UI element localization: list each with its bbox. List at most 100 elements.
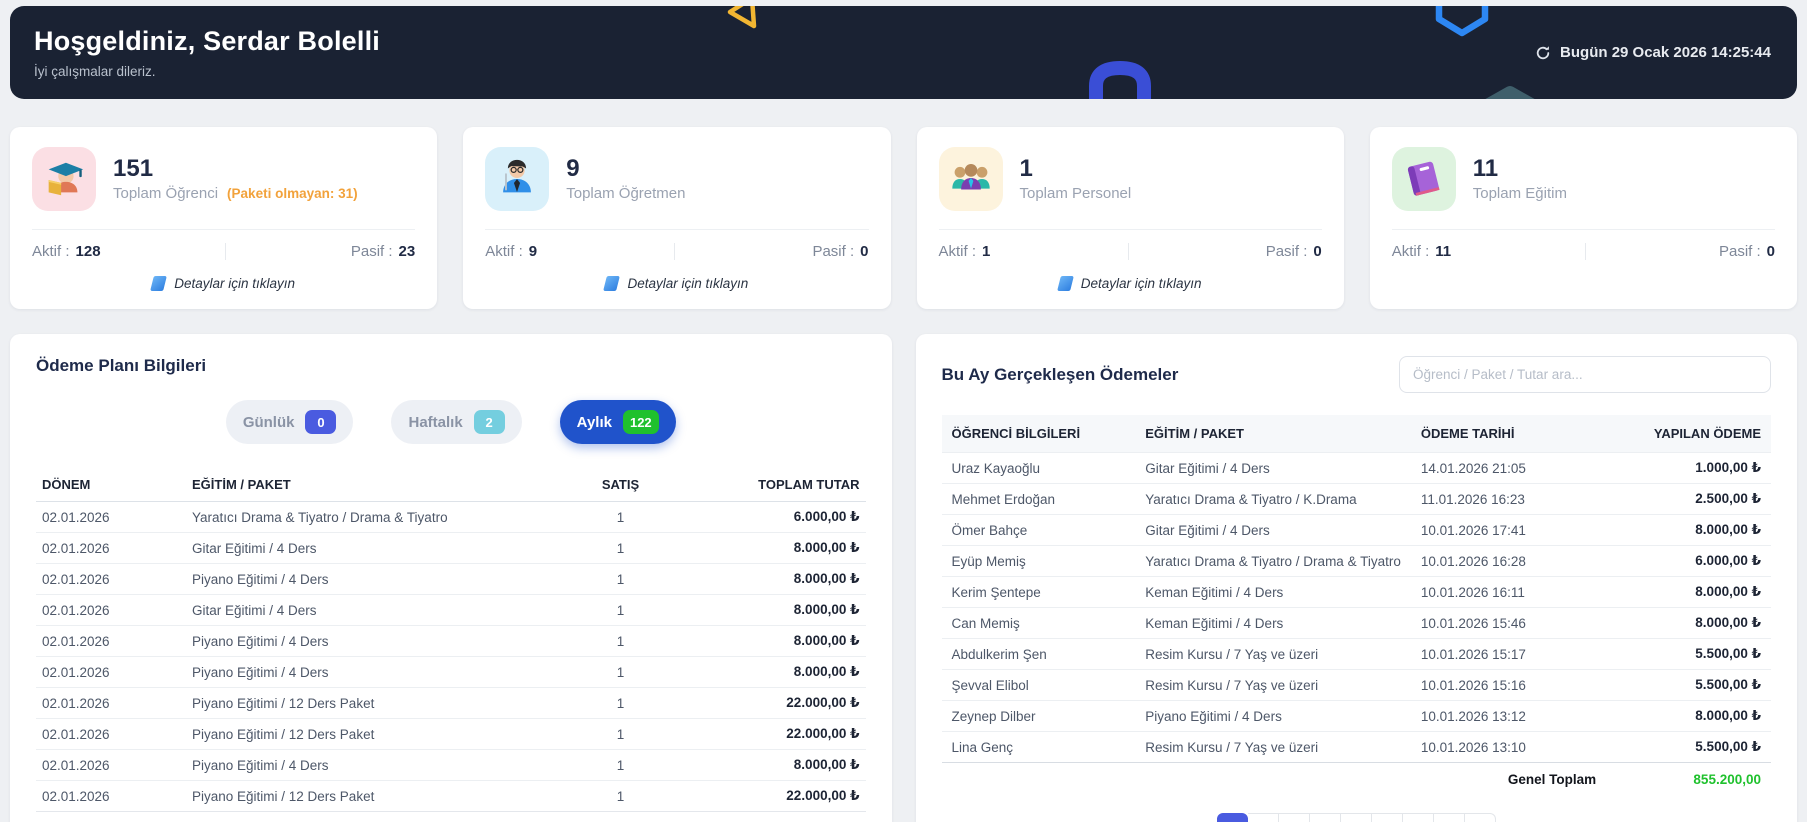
table-cell: Resim Kursu / 7 Yaş ve üzeri xyxy=(1135,639,1411,670)
table-cell: Piyano Eğitimi / 4 Ders xyxy=(186,750,566,781)
column-header: ÖDEME TARİHİ xyxy=(1411,415,1606,453)
education-book-icon xyxy=(1392,147,1456,211)
pasif-count: Pasif :0 xyxy=(1719,243,1775,260)
column-header: DÖNEM xyxy=(36,468,186,502)
refresh-icon[interactable] xyxy=(1535,45,1551,61)
page-button-5[interactable]: 5 xyxy=(1341,813,1372,822)
table-cell: 6.000,00 ₺ xyxy=(676,502,866,533)
page-button-7[interactable]: 7 xyxy=(1403,813,1434,822)
table-footer-row: Genel Toplam 1.111.000,00 xyxy=(36,812,866,822)
table-row: 02.01.2026Piyano Eğitimi / 4 Ders18.000,… xyxy=(36,750,866,781)
stat-card: 11 Toplam Eğitim Aktif :11 Pasif :0 xyxy=(1370,127,1797,309)
aktif-count: Aktif :9 xyxy=(485,243,537,260)
tab-haftalık[interactable]: Haftalık2 xyxy=(391,400,521,444)
table-cell: Abdulkerim Şen xyxy=(942,639,1136,670)
page-button-1[interactable]: 1 xyxy=(1217,813,1248,822)
table-cell: Yaratıcı Drama & Tiyatro / Drama & Tiyat… xyxy=(186,502,566,533)
table-row: 02.01.2026Piyano Eğitimi / 12 Ders Paket… xyxy=(36,719,866,750)
table-cell: 1 xyxy=(566,657,676,688)
divider xyxy=(939,229,1322,230)
table-cell: Lina Genç xyxy=(942,732,1136,763)
table-cell: Resim Kursu / 7 Yaş ve üzeri xyxy=(1135,670,1411,701)
tab-aylık[interactable]: Aylık122 xyxy=(560,400,676,444)
grand-total-value: 1.111.000,00 xyxy=(676,812,866,822)
grand-total-value: 855.200,00 xyxy=(1606,763,1771,797)
table-cell: 02.01.2026 xyxy=(36,719,186,750)
tab-günlük[interactable]: Günlük 0 xyxy=(226,400,354,444)
table-cell: 1 xyxy=(566,719,676,750)
table-row: 02.01.2026Piyano Eğitimi / 4 Ders18.000,… xyxy=(36,657,866,688)
table-cell: 14.01.2026 21:05 xyxy=(1411,453,1606,484)
table-cell: 8.000,00 ₺ xyxy=(676,564,866,595)
table-cell: 02.01.2026 xyxy=(36,502,186,533)
table-cell: 02.01.2026 xyxy=(36,750,186,781)
table-cell: Eyüp Memiş xyxy=(942,546,1136,577)
table-cell: Ömer Bahçe xyxy=(942,515,1136,546)
table-header-row: ÖĞRENCİ BİLGİLERİEĞİTİM / PAKETÖDEME TAR… xyxy=(942,415,1772,453)
page-button-8[interactable]: 8 xyxy=(1434,813,1465,822)
table-row: 02.01.2026Piyano Eğitimi / 4 Ders18.000,… xyxy=(36,564,866,595)
table-cell: 5.500,00 ₺ xyxy=(1606,732,1771,763)
staff-group-icon xyxy=(939,147,1003,211)
table-cell: 8.000,00 ₺ xyxy=(676,595,866,626)
table-cell: 22.000,00 ₺ xyxy=(676,781,866,812)
column-header: EĞİTİM / PAKET xyxy=(186,468,566,502)
table-cell: 1 xyxy=(566,502,676,533)
divider xyxy=(32,229,415,230)
aktif-count: Aktif :1 xyxy=(939,243,991,260)
page-button-4[interactable]: 4 xyxy=(1310,813,1341,822)
table-row: Zeynep DilberPiyano Eğitimi / 4 Ders10.0… xyxy=(942,701,1772,732)
details-link[interactable]: Detaylar için tıklayın xyxy=(152,273,295,293)
table-row: Mehmet ErdoğanYaratıcı Drama & Tiyatro /… xyxy=(942,484,1772,515)
table-cell: 11.01.2026 16:23 xyxy=(1411,484,1606,515)
table-footer-row: Genel Toplam 855.200,00 xyxy=(942,763,1772,797)
table-cell: 1 xyxy=(566,595,676,626)
table-cell: Yaratıcı Drama & Tiyatro / Drama & Tiyat… xyxy=(1135,546,1411,577)
table-cell: 1 xyxy=(566,750,676,781)
details-text: Detaylar için tıklayın xyxy=(1081,276,1202,291)
table-row: 02.01.2026Gitar Eğitimi / 4 Ders18.000,0… xyxy=(36,595,866,626)
table-cell: 10.01.2026 17:41 xyxy=(1411,515,1606,546)
table-cell: 02.01.2026 xyxy=(36,657,186,688)
tab-count-badge: 0 xyxy=(305,410,336,434)
table-cell: Zeynep Dilber xyxy=(942,701,1136,732)
table-cell: Piyano Eğitimi / 12 Ders Paket xyxy=(186,781,566,812)
welcome-banner: Hoşgeldiniz, Serdar Bolelli İyi çalışmal… xyxy=(10,6,1797,99)
table-cell: 10.01.2026 15:17 xyxy=(1411,639,1606,670)
divider xyxy=(1128,243,1129,260)
grand-total-label: Genel Toplam xyxy=(942,763,1607,797)
aktif-count: Aktif :11 xyxy=(1392,243,1451,260)
details-link[interactable]: Detaylar için tıklayın xyxy=(1059,273,1202,293)
stat-value: 9 xyxy=(566,156,685,182)
pasif-count: Pasif :0 xyxy=(812,243,868,260)
pasif-count: Pasif :0 xyxy=(1266,243,1322,260)
details-link[interactable]: Detaylar için tıklayın xyxy=(605,273,748,293)
table-cell: Piyano Eğitimi / 12 Ders Paket xyxy=(186,719,566,750)
table-cell: 8.000,00 ₺ xyxy=(676,750,866,781)
page-button-6[interactable]: 6 xyxy=(1372,813,1403,822)
payment-plan-panel: Ödeme Planı Bilgileri Günlük0Haftalık2Ay… xyxy=(10,334,892,822)
divider xyxy=(225,243,226,260)
table-cell: Gitar Eğitimi / 4 Ders xyxy=(186,533,566,564)
tab-label: Günlük xyxy=(243,414,295,431)
table-row: 02.01.2026Gitar Eğitimi / 4 Ders18.000,0… xyxy=(36,533,866,564)
page-button-2[interactable]: 2 xyxy=(1248,813,1279,822)
column-header: SATIŞ xyxy=(566,468,676,502)
page-button-3[interactable]: 3 xyxy=(1279,813,1310,822)
search-input[interactable] xyxy=(1399,356,1771,393)
table-cell: Gitar Eğitimi / 4 Ders xyxy=(186,595,566,626)
table-cell: Uraz Kayaoğlu xyxy=(942,453,1136,484)
stat-extra-note: (Paketi olmayan: 31) xyxy=(227,186,358,201)
column-header: TOPLAM TUTAR xyxy=(676,468,866,502)
table-row: Kerim ŞentepeKeman Eğitimi / 4 Ders10.01… xyxy=(942,577,1772,608)
table-cell: 10.01.2026 15:16 xyxy=(1411,670,1606,701)
stat-card: 151 Toplam Öğrenci (Paketi olmayan: 31) … xyxy=(10,127,437,309)
table-cell: Piyano Eğitimi / 4 Ders xyxy=(186,626,566,657)
column-header: YAPILAN ÖDEME xyxy=(1606,415,1771,453)
table-cell: 02.01.2026 xyxy=(36,626,186,657)
book-icon xyxy=(604,276,621,291)
payment-plan-table: DÖNEMEĞİTİM / PAKETSATIŞTOPLAM TUTAR 02.… xyxy=(36,468,866,822)
table-row: 02.01.2026Yaratıcı Drama & Tiyatro / Dra… xyxy=(36,502,866,533)
page-title: Hoşgeldiniz, Serdar Bolelli xyxy=(34,26,380,57)
page-button-9[interactable]: 9 xyxy=(1465,813,1496,822)
